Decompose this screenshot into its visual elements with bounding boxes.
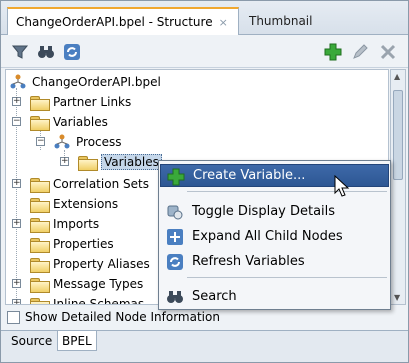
tab-bpel[interactable]: BPEL [57, 331, 97, 351]
close-icon[interactable]: × [219, 16, 228, 29]
refresh-icon [166, 253, 184, 271]
folder-icon [30, 217, 50, 233]
menu-separator [187, 191, 387, 192]
add-icon [167, 168, 185, 186]
expand-icon[interactable]: + [60, 157, 69, 166]
refresh-icon[interactable] [63, 43, 81, 61]
menu-item-expand-all[interactable]: Expand All Child Nodes [160, 225, 389, 248]
folder-icon [30, 297, 50, 304]
delete-icon[interactable] [379, 43, 397, 61]
menu-item-search[interactable]: Search [160, 285, 389, 308]
tab-thumbnail-label: Thumbnail [249, 14, 313, 28]
binoculars-icon[interactable] [37, 43, 55, 61]
folder-icon [30, 277, 50, 293]
editor-bottom-tabs: Source BPEL [1, 330, 408, 362]
folder-icon [30, 177, 50, 193]
tab-source-label: Source [11, 334, 53, 348]
scroll-up-icon[interactable]: ▲ [394, 72, 400, 81]
filter-icon[interactable] [11, 43, 29, 61]
tree-root-label: ChangeOrderAPI.bpel [32, 75, 161, 89]
tab-structure-label: ChangeOrderAPI.bpel - Structure [16, 15, 213, 29]
add-icon[interactable] [324, 43, 342, 61]
expand-icon[interactable]: + [12, 279, 21, 288]
folder-icon [30, 115, 50, 131]
tree-item-extensions[interactable]: Extensions [12, 194, 118, 214]
menu-separator [187, 277, 387, 278]
menu-item-label: Search [192, 289, 237, 304]
mouse-cursor-icon [334, 175, 350, 197]
tab-strip: ChangeOrderAPI.bpel - Structure × Thumbn… [1, 1, 408, 35]
structure-toolbar [1, 36, 408, 68]
folder-icon [30, 95, 50, 111]
bpel-process-icon [10, 74, 26, 89]
tree-item-imports[interactable]: + Imports [12, 214, 99, 234]
folder-icon [30, 257, 50, 273]
tree-item-label: Process [76, 135, 122, 149]
tree-item-property-aliases[interactable]: Property Aliases [12, 254, 150, 274]
tree-item-label: Variables [53, 115, 108, 129]
process-icon [54, 134, 70, 149]
menu-item-toggle-display-details[interactable]: Toggle Display Details [160, 200, 389, 223]
folder-icon [30, 237, 50, 253]
menu-item-label: Expand All Child Nodes [192, 229, 343, 244]
tree-item-label: Properties [53, 237, 114, 251]
tree-item-label: Property Aliases [53, 257, 150, 271]
collapse-icon[interactable]: − [36, 137, 45, 146]
expand-icon[interactable]: + [12, 179, 21, 188]
toggle-details-icon [166, 203, 184, 221]
tree-item-partner-links[interactable]: + Partner Links [12, 92, 131, 112]
tab-source[interactable]: Source [7, 331, 56, 351]
tree-item-label: Extensions [53, 197, 119, 211]
tree-item-label: Partner Links [53, 95, 132, 109]
tree-item-inline-schemas[interactable]: + Inline Schemas [12, 294, 145, 305]
menu-item-refresh-variables[interactable]: Refresh Variables [160, 250, 389, 273]
context-menu: Create Variable... Toggle Display Detail… [158, 160, 391, 310]
scrollbar-thumb[interactable] [393, 90, 403, 180]
tab-bpel-label: BPEL [62, 333, 92, 348]
menu-item-label: Create Variable... [193, 168, 306, 183]
tab-thumbnail[interactable]: Thumbnail [241, 7, 313, 35]
scroll-down-icon[interactable]: ▼ [394, 293, 400, 302]
tree-item-label: Inline Schemas [53, 297, 145, 305]
tree-item-label: Imports [53, 217, 100, 231]
expand-icon[interactable]: + [12, 97, 21, 106]
show-detailed-label: Show Detailed Node Information [25, 310, 220, 324]
edit-pencil-icon[interactable] [351, 43, 369, 61]
tree-vertical-scrollbar[interactable]: ▲ ▼ [390, 69, 406, 305]
tree-item-label-selected: Variables [101, 154, 162, 170]
collapse-icon[interactable]: − [12, 117, 21, 126]
tree-item-variables[interactable]: − Variables [12, 112, 108, 132]
menu-item-label: Refresh Variables [192, 254, 305, 269]
tree-item-correlation-sets[interactable]: + Correlation Sets [12, 174, 149, 194]
folder-icon [30, 197, 50, 213]
tab-structure[interactable]: ChangeOrderAPI.bpel - Structure × [7, 7, 239, 35]
tree-item-label: Message Types [53, 277, 144, 291]
tree-item-process-variables[interactable]: + Variables [60, 152, 162, 172]
expand-icon[interactable]: + [12, 299, 21, 304]
tree-item-message-types[interactable]: + Message Types [12, 274, 143, 294]
tree-item-label: Correlation Sets [53, 177, 149, 191]
show-detailed-option[interactable]: Show Detailed Node Information [7, 308, 220, 326]
menu-item-label: Toggle Display Details [192, 204, 336, 219]
expand-icon[interactable]: + [12, 219, 21, 228]
folder-icon [78, 155, 98, 171]
binoculars-icon [166, 288, 184, 306]
show-detailed-checkbox[interactable] [7, 310, 20, 324]
expand-all-icon [166, 228, 184, 246]
tree-item-process[interactable]: − Process [36, 132, 122, 152]
tree-root[interactable]: ChangeOrderAPI.bpel [10, 72, 161, 92]
tree-item-properties[interactable]: Properties [12, 234, 114, 254]
structure-panel: ChangeOrderAPI.bpel - Structure × Thumbn… [0, 0, 409, 363]
menu-item-create-variable[interactable]: Create Variable... [160, 164, 389, 187]
